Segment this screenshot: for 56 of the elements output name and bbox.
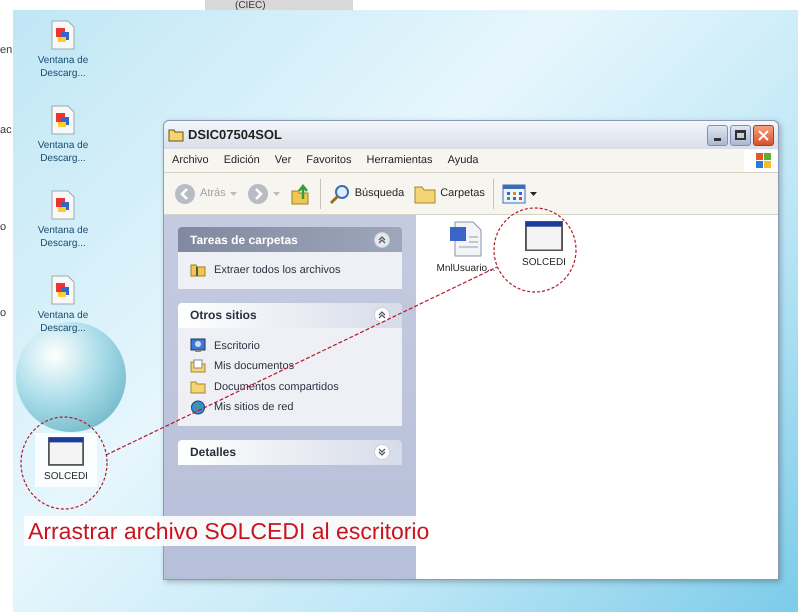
menu-item[interactable]: Herramientas (366, 152, 433, 169)
close-button[interactable] (753, 124, 774, 146)
menu-item[interactable]: Ayuda (448, 152, 479, 169)
globe-icon (190, 400, 206, 415)
window-title: DSIC07504SOL (188, 126, 282, 144)
task-pane-header[interactable]: Otros sitios (178, 302, 402, 328)
desktop-icon-label: Ventana de Descarg... (36, 54, 90, 80)
desktop-icon-label: SOLCEDI (44, 470, 88, 483)
folder-icon (168, 128, 184, 142)
folders-button[interactable]: Carpetas (412, 184, 487, 204)
minimize-icon (714, 138, 721, 140)
document-text-fragment: o (0, 308, 6, 319)
dropdown-caret-icon (230, 192, 237, 196)
document-text-fragment: en (0, 45, 12, 56)
program-window-icon (48, 437, 84, 466)
folders-icon (414, 184, 436, 204)
task-pane-header[interactable]: Detalles (178, 440, 402, 464)
views-button[interactable] (500, 184, 539, 204)
desktop-icon (190, 338, 206, 354)
document-icon (50, 105, 76, 135)
program-window-icon (525, 221, 563, 252)
document-icon (50, 20, 76, 50)
document-text-fragment: o (0, 222, 6, 233)
document-text-fragment: ac (0, 125, 12, 136)
document-icon (50, 275, 76, 305)
search-icon (328, 182, 351, 204)
word-document-icon (449, 221, 483, 257)
maximize-icon (735, 130, 746, 140)
desktop-icon-label: Ventana de Descarg... (36, 224, 90, 250)
menu-item[interactable]: Edición (224, 152, 260, 169)
dropdown-caret-icon (272, 192, 280, 196)
task-link[interactable]: Escritorio (190, 338, 390, 354)
menu-item[interactable]: Favoritos (306, 152, 352, 169)
document-icon (50, 190, 76, 220)
collapse-chevron-icon (374, 232, 390, 248)
desktop-icon[interactable]: SOLCEDI (35, 433, 97, 487)
close-icon (758, 130, 769, 140)
search-button[interactable]: Búsqueda (326, 182, 406, 204)
desktop-icon-label: Ventana de Descarg... (36, 139, 90, 165)
dropdown-caret-icon (530, 192, 537, 196)
folder-icon (190, 380, 206, 394)
menu-item[interactable]: Ver (274, 152, 292, 169)
collapse-chevron-icon (374, 307, 390, 323)
expand-chevron-icon (374, 444, 390, 460)
folder-document-icon (190, 359, 206, 374)
zip-folder-icon (190, 263, 206, 278)
windows-flag-icon (744, 150, 778, 172)
minimize-button[interactable] (707, 124, 728, 146)
menu-item[interactable]: Archivo (172, 152, 209, 169)
task-link[interactable]: Mis sitios de red (190, 399, 390, 416)
document-heading-fragment: (CIEC) (235, 0, 266, 11)
desktop-icon-label: Ventana de Descarg... (36, 309, 90, 335)
views-grid-icon (502, 184, 526, 204)
task-link[interactable]: Mis documentos (190, 358, 390, 374)
maximize-button[interactable] (730, 124, 751, 146)
task-link[interactable]: Extraer todos los archivos (190, 262, 390, 278)
